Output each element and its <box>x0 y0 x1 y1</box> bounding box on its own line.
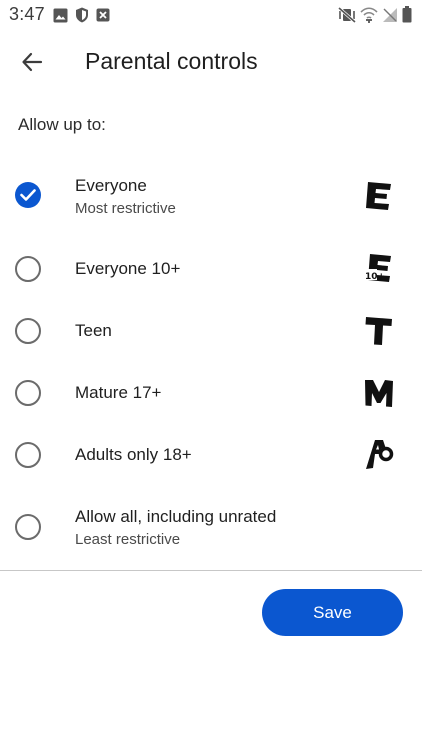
rating-t-icon <box>362 314 396 348</box>
battery-icon <box>402 6 412 23</box>
option-adults-only-18-plus[interactable]: Adults only 18+ <box>0 426 422 482</box>
option-subtitle: Most restrictive <box>75 200 176 217</box>
wifi-icon <box>360 6 378 23</box>
app-bar: Parental controls <box>0 36 422 92</box>
option-title: Teen <box>75 321 112 340</box>
status-time: 3:47 <box>9 4 45 24</box>
radio-unchecked[interactable] <box>15 514 41 540</box>
page-title: Parental controls <box>85 48 258 74</box>
radio-checked[interactable] <box>15 182 41 208</box>
radio-unchecked[interactable] <box>15 256 41 282</box>
option-teen[interactable]: Teen <box>0 302 422 358</box>
option-everyone-10-plus[interactable]: Everyone 10+ 10+ <box>0 240 422 296</box>
radio-unchecked[interactable] <box>15 442 41 468</box>
option-title: Everyone <box>75 176 147 195</box>
rating-e-icon <box>362 179 396 213</box>
vibrate-off-icon <box>338 6 356 23</box>
status-left-icons <box>53 7 110 23</box>
option-title: Allow all, including unrated <box>75 507 277 526</box>
save-button[interactable]: Save <box>262 589 403 636</box>
divider <box>0 570 422 571</box>
radio-unchecked[interactable] <box>15 318 41 344</box>
option-mature-17-plus[interactable]: Mature 17+ <box>0 364 422 420</box>
status-right-icons <box>338 6 412 23</box>
rating-e10-icon: 10+ <box>362 252 396 286</box>
rating-ao-icon <box>362 438 396 472</box>
radio-unchecked[interactable] <box>15 380 41 406</box>
arrow-back-icon <box>21 51 43 78</box>
option-subtitle: Least restrictive <box>75 531 181 548</box>
allow-up-to-label: Allow up to: <box>18 115 106 134</box>
option-everyone[interactable]: Everyone Most restrictive <box>0 170 422 230</box>
rating-m-icon <box>362 376 396 410</box>
option-title: Everyone 10+ <box>75 259 181 278</box>
option-title: Mature 17+ <box>75 383 162 402</box>
close-box-icon <box>96 8 110 22</box>
status-bar: 3:47 <box>0 0 422 30</box>
option-title: Adults only 18+ <box>75 445 192 464</box>
option-allow-all[interactable]: Allow all, including unrated Least restr… <box>0 496 422 560</box>
svg-text:10+: 10+ <box>365 272 385 282</box>
shield-icon <box>75 7 89 23</box>
back-button[interactable] <box>14 46 50 82</box>
signal-icon <box>382 7 398 23</box>
image-icon <box>53 8 68 23</box>
